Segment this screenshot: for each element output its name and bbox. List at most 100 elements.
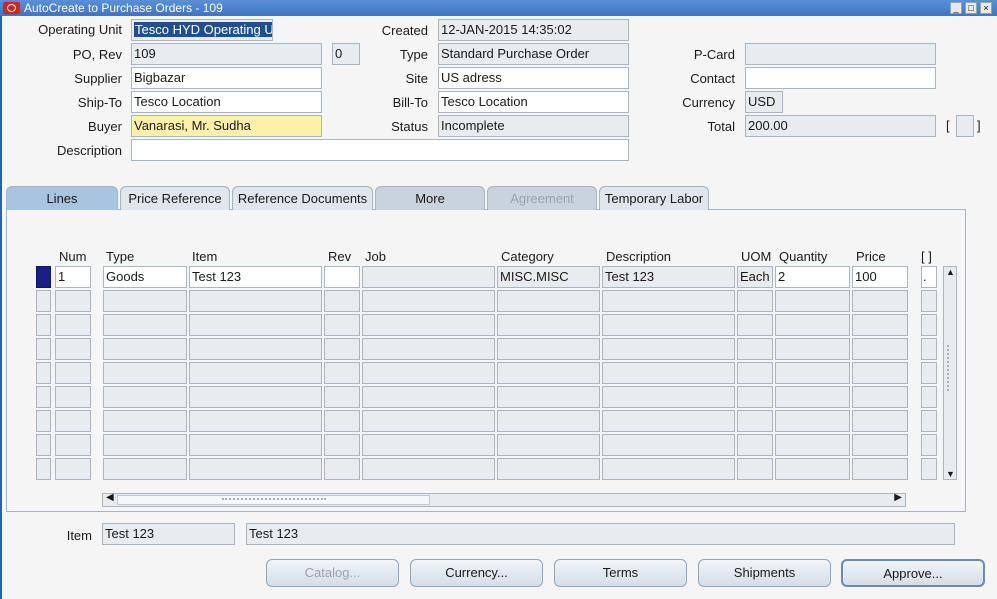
approve-button[interactable]: Approve... — [841, 559, 985, 587]
empty-line-cell[interactable] — [852, 290, 908, 312]
scroll-up-icon[interactable]: ▲ — [946, 267, 955, 277]
terms-button[interactable]: Terms — [554, 559, 687, 587]
empty-line-cell[interactable] — [324, 458, 360, 480]
line-num-cell[interactable]: 1 — [55, 266, 91, 288]
empty-line-cell[interactable] — [362, 338, 495, 360]
empty-line-cell[interactable] — [55, 410, 91, 432]
maximize-icon[interactable]: □ — [965, 2, 977, 14]
empty-line-cell[interactable] — [324, 410, 360, 432]
empty-line-cell[interactable] — [103, 314, 187, 336]
empty-line-cell[interactable] — [497, 458, 600, 480]
empty-line-cell[interactable] — [737, 386, 773, 408]
ship-to-field[interactable]: Tesco Location — [131, 91, 322, 113]
empty-line-cell[interactable] — [497, 410, 600, 432]
empty-line-cell[interactable] — [737, 458, 773, 480]
empty-line-cell[interactable] — [602, 362, 735, 384]
empty-line-cell[interactable] — [852, 314, 908, 336]
tab-more[interactable]: More — [375, 186, 485, 210]
empty-line-cell[interactable] — [55, 314, 91, 336]
footer-item-field[interactable]: Test 123 — [102, 523, 235, 545]
empty-line-cell[interactable] — [921, 410, 937, 432]
empty-line-cell[interactable] — [497, 434, 600, 456]
row-indicator[interactable] — [36, 434, 51, 456]
empty-line-cell[interactable] — [362, 314, 495, 336]
empty-line-cell[interactable] — [602, 386, 735, 408]
empty-line-cell[interactable] — [737, 338, 773, 360]
empty-line-cell[interactable] — [852, 434, 908, 456]
empty-line-cell[interactable] — [103, 362, 187, 384]
tab-temporary-labor[interactable]: Temporary Labor — [599, 186, 709, 210]
empty-line-cell[interactable] — [921, 290, 937, 312]
scroll-thumb-grip-icon[interactable] — [947, 345, 953, 391]
minimize-icon[interactable]: _ — [950, 2, 962, 14]
empty-line-cell[interactable] — [324, 314, 360, 336]
line-item-cell[interactable]: Test 123 — [189, 266, 322, 288]
empty-line-cell[interactable] — [775, 290, 850, 312]
row-indicator[interactable] — [36, 338, 51, 360]
empty-line-cell[interactable] — [921, 338, 937, 360]
tab-reference-documents[interactable]: Reference Documents — [232, 186, 373, 210]
line-job-cell[interactable] — [362, 266, 495, 288]
line-quantity-cell[interactable]: 2 — [775, 266, 850, 288]
empty-line-cell[interactable] — [737, 434, 773, 456]
supplier-field[interactable]: Bigbazar — [131, 67, 322, 89]
lines-horizontal-scrollbar[interactable]: ◀ ▶ — [102, 492, 906, 507]
footer-item-description-field[interactable]: Test 123 — [246, 523, 955, 545]
empty-line-cell[interactable] — [189, 314, 322, 336]
empty-line-cell[interactable] — [497, 362, 600, 384]
empty-line-cell[interactable] — [55, 458, 91, 480]
shipments-button[interactable]: Shipments — [698, 559, 831, 587]
empty-line-cell[interactable] — [103, 338, 187, 360]
line-rev-cell[interactable] — [324, 266, 360, 288]
empty-line-cell[interactable] — [189, 338, 322, 360]
empty-line-cell[interactable] — [602, 458, 735, 480]
empty-line-cell[interactable] — [921, 362, 937, 384]
description-field[interactable] — [131, 139, 629, 161]
site-field[interactable]: US adress — [438, 67, 629, 89]
empty-line-cell[interactable] — [324, 290, 360, 312]
empty-line-cell[interactable] — [362, 434, 495, 456]
empty-line-cell[interactable] — [602, 338, 735, 360]
empty-line-cell[interactable] — [55, 434, 91, 456]
lines-vertical-scrollbar[interactable]: ▲ ▼ — [943, 266, 957, 480]
empty-line-cell[interactable] — [362, 290, 495, 312]
row-indicator[interactable] — [36, 458, 51, 480]
catalog-button[interactable]: Catalog... — [266, 559, 399, 587]
empty-line-cell[interactable] — [362, 410, 495, 432]
empty-line-cell[interactable] — [852, 410, 908, 432]
tab-price-reference[interactable]: Price Reference — [120, 186, 230, 210]
empty-line-cell[interactable] — [602, 434, 735, 456]
empty-line-cell[interactable] — [602, 314, 735, 336]
line-uom-cell[interactable]: Each — [737, 266, 773, 288]
empty-line-cell[interactable] — [324, 434, 360, 456]
empty-line-cell[interactable] — [775, 362, 850, 384]
empty-line-cell[interactable] — [921, 314, 937, 336]
empty-line-cell[interactable] — [324, 362, 360, 384]
empty-line-cell[interactable] — [324, 386, 360, 408]
empty-line-cell[interactable] — [55, 386, 91, 408]
descriptive-flexfield[interactable] — [956, 115, 974, 137]
created-field[interactable]: 12-JAN-2015 14:35:02 — [438, 19, 629, 41]
bill-to-field[interactable]: Tesco Location — [438, 91, 629, 113]
empty-line-cell[interactable] — [103, 434, 187, 456]
empty-line-cell[interactable] — [497, 338, 600, 360]
line-category-cell[interactable]: MISC.MISC — [497, 266, 600, 288]
empty-line-cell[interactable] — [737, 362, 773, 384]
empty-line-cell[interactable] — [497, 290, 600, 312]
scroll-down-icon[interactable]: ▼ — [946, 469, 955, 479]
empty-line-cell[interactable] — [497, 386, 600, 408]
empty-line-cell[interactable] — [189, 386, 322, 408]
empty-line-cell[interactable] — [103, 458, 187, 480]
type-field[interactable]: Standard Purchase Order — [438, 43, 629, 65]
currency-button[interactable]: Currency... — [410, 559, 543, 587]
empty-line-cell[interactable] — [103, 386, 187, 408]
empty-line-cell[interactable] — [775, 386, 850, 408]
empty-line-cell[interactable] — [103, 410, 187, 432]
row-indicator[interactable] — [36, 362, 51, 384]
status-field[interactable]: Incomplete — [438, 115, 629, 137]
empty-line-cell[interactable] — [775, 410, 850, 432]
scroll-right-icon[interactable]: ▶ — [894, 492, 902, 503]
empty-line-cell[interactable] — [775, 314, 850, 336]
contact-field[interactable] — [745, 67, 936, 89]
empty-line-cell[interactable] — [737, 290, 773, 312]
